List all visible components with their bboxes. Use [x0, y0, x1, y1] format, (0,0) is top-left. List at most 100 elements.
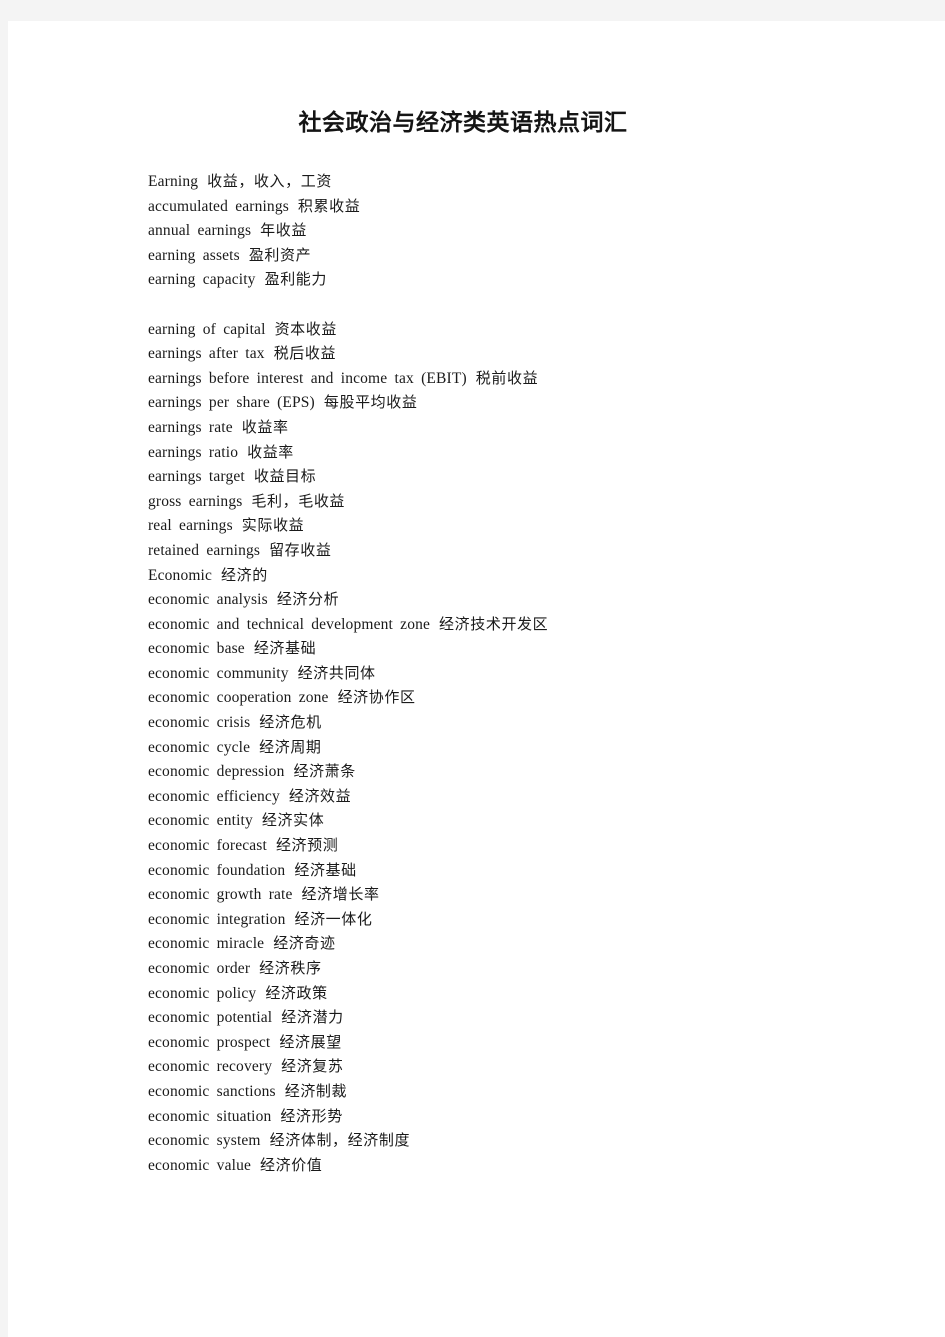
entry-term-english: economic cooperation zone: [148, 689, 329, 707]
document-page: 社会政治与经济类英语热点词汇 Earning 收益，收入，工资 accumulate…: [8, 21, 945, 1337]
glossary-entry: economic cooperation zone 经济协作区: [148, 685, 788, 710]
entry-term-chinese: 毛利，毛收益: [251, 491, 346, 510]
entry-term-chinese: 积累收益: [297, 196, 361, 215]
entry-term-english: economic efficiency: [148, 787, 280, 805]
glossary-entry: economic miracle 经济奇迹: [148, 931, 788, 956]
entry-term-chinese: 经济危机: [259, 713, 322, 732]
entry-term-english: annual earnings: [148, 222, 252, 240]
entry-term-english: earnings rate: [148, 418, 233, 436]
glossary-entry: accumulated earnings 积累收益: [148, 194, 788, 219]
glossary-entry: economic recovery 经济复苏: [148, 1054, 788, 1079]
glossary-entry: economic community 经济共同体: [148, 661, 788, 686]
glossary-entry: earnings target 收益目标: [148, 464, 788, 489]
glossary-entry: earning assets 盈利资产: [148, 243, 788, 268]
entry-term-chinese: 经济基础: [294, 860, 357, 879]
glossary-entry: economic order 经济秩序: [148, 956, 788, 981]
entry-term-english: economic value: [148, 1156, 251, 1174]
glossary-entry: economic entity 经济实体: [148, 808, 788, 833]
entry-term-english: economic policy: [148, 984, 257, 1002]
entry-term-chinese: 盈利资产: [248, 245, 312, 264]
entry-term-english: earning capacity: [148, 271, 256, 289]
entry-term-english: earnings before interest and income tax …: [148, 369, 467, 387]
entry-term-english: economic cycle: [148, 738, 251, 756]
entry-term-chinese: 经济协作区: [337, 688, 416, 707]
entry-term-chinese: 经济共同体: [297, 663, 376, 682]
glossary-entry: economic prospect 经济展望: [148, 1030, 788, 1055]
entry-term-english: earnings ratio: [148, 443, 239, 461]
entry-term-english: earning of capital: [148, 320, 266, 338]
glossary-entry: economic analysis 经济分析: [148, 587, 788, 612]
entry-term-english: economic system: [148, 1132, 261, 1150]
entry-term-chinese: 经济复苏: [281, 1057, 344, 1076]
glossary-entry: earning of capital 资本收益: [148, 317, 788, 342]
glossary-entry: earning capacity 盈利能力: [148, 267, 788, 292]
glossary-entry: economic and technical development zone 经…: [148, 612, 788, 637]
glossary-entry: annual earnings 年收益: [148, 218, 788, 243]
entry-term-chinese: 经济展望: [279, 1032, 342, 1051]
entry-term-english: economic situation: [148, 1107, 272, 1125]
entry-term-english: economic analysis: [148, 591, 268, 609]
entry-term-chinese: 税后收益: [273, 344, 337, 363]
entry-term-english: economic depression: [148, 763, 285, 781]
entry-term-english: economic potential: [148, 1009, 273, 1027]
entry-term-english: economic miracle: [148, 935, 265, 953]
entry-term-chinese: 税前收益: [475, 368, 539, 387]
glossary-entry: economic situation 经济形势: [148, 1104, 788, 1129]
entry-term-english: economic order: [148, 960, 251, 977]
glossary-entry: earnings per share (EPS) 每股平均收益: [148, 390, 788, 415]
glossary-entry: economic base 经济基础: [148, 636, 788, 661]
entry-term-english: real earnings: [148, 517, 233, 535]
entry-term-chinese: 收益目标: [253, 467, 317, 486]
entry-term-english: earnings after tax: [148, 345, 265, 363]
glossary-entry: economic potential 经济潜力: [148, 1005, 788, 1030]
glossary-entry: economic sanctions 经济制裁: [148, 1079, 788, 1104]
entry-term-english: economic prospect: [148, 1033, 271, 1051]
entry-term-chinese: 收益率: [247, 442, 294, 461]
entry-term-chinese: 年收益: [260, 221, 307, 240]
glossary-entry: earnings after tax 税后收益: [148, 341, 788, 366]
glossary-entry: economic depression 经济萧条: [148, 759, 788, 784]
glossary-entry: earnings before interest and income tax …: [148, 366, 788, 391]
glossary-entry-list: Earning 收益，收入，工资 accumulated earnings 积累收益 a…: [148, 169, 788, 1177]
entry-term-english: accumulated earnings: [148, 197, 289, 215]
glossary-entry: earnings rate 收益率: [148, 415, 788, 440]
glossary-entry: gross earnings 毛利，毛收益: [148, 489, 788, 514]
entry-term-chinese: 经济一体化: [294, 909, 373, 928]
entry-term-english: economic recovery: [148, 1058, 273, 1076]
entry-term-english: economic entity: [148, 812, 253, 830]
glossary-entry: economic policy 经济政策: [148, 981, 788, 1006]
entry-term-chinese: 每股平均收益: [323, 393, 418, 412]
entry-term-chinese: 经济的: [221, 565, 268, 584]
glossary-entry: real earnings 实际收益: [148, 513, 788, 538]
entry-term-chinese: 经济政策: [265, 983, 328, 1002]
glossary-entry: Earning 收益，收入，工资: [148, 169, 788, 194]
entry-term-chinese: 经济体制，经济制度: [269, 1131, 411, 1150]
entry-term-english: economic foundation: [148, 861, 286, 879]
entry-term-chinese: 经济增长率: [301, 885, 380, 904]
entry-term-english: earning assets: [148, 246, 240, 264]
entry-term-chinese: 经济奇迹: [273, 934, 336, 953]
entry-term-chinese: 经济价值: [260, 1155, 323, 1174]
entry-term-english: Economic: [148, 566, 213, 584]
entry-term-english: economic crisis: [148, 714, 251, 732]
entry-term-english: economic growth rate: [148, 886, 293, 904]
entry-term-chinese: 实际收益: [241, 516, 305, 535]
glossary-entry: economic efficiency 经济效益: [148, 784, 788, 809]
entry-term-chinese: 经济实体: [261, 811, 325, 830]
glossary-entry: economic integration 经济一体化: [148, 907, 788, 932]
entry-term-chinese: 经济基础: [253, 639, 317, 658]
entry-term-english: economic base: [148, 640, 245, 658]
entry-term-chinese: 收益率: [241, 417, 289, 436]
entry-term-chinese: 资本收益: [274, 319, 337, 338]
glossary-entry: economic system 经济体制，经济制度: [148, 1128, 788, 1153]
entry-term-english: earnings per share (EPS): [148, 394, 315, 412]
entry-term-chinese: 经济形势: [280, 1106, 343, 1125]
entry-term-english: gross earnings: [148, 492, 243, 510]
glossary-entry: economic cycle 经济周期: [148, 735, 788, 760]
glossary-entry: economic forecast 经济预测: [148, 833, 788, 858]
glossary-entry: economic value 经济价值: [148, 1153, 788, 1178]
entry-term-chinese: 收益，收入，工资: [207, 172, 332, 190]
entry-term-english: earnings target: [148, 468, 245, 486]
entry-term-chinese: 经济萧条: [293, 762, 356, 781]
